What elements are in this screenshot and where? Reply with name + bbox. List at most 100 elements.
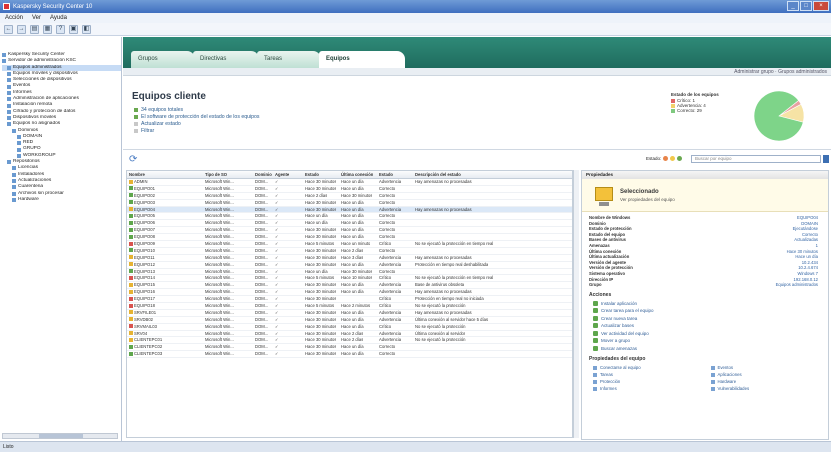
column-header[interactable]: Tipo de SO: [205, 171, 227, 179]
properties-button[interactable]: ▣: [69, 24, 78, 34]
tab-equipos[interactable]: Equipos: [319, 51, 405, 68]
table-row[interactable]: EQUIPO03 Microsoft Win... DOM... ✓ Hace 30 m…: [127, 200, 572, 207]
tab-tareas[interactable]: Tareas: [257, 51, 321, 68]
close-button[interactable]: ×: [813, 1, 829, 11]
filter-ok-icon[interactable]: [677, 156, 683, 161]
maximize-button[interactable]: □: [800, 1, 812, 11]
property-link[interactable]: Vulnerabilidades: [710, 385, 829, 392]
table-row[interactable]: EQUIPO10 Microsoft Win... DOM... ✓ Hace 30 m…: [127, 248, 572, 255]
property-link[interactable]: Informes: [593, 385, 711, 392]
table-cell: Hace 30 minutos: [305, 261, 337, 267]
minimize-button[interactable]: _: [787, 1, 799, 11]
show-grid-button[interactable]: ▦: [43, 24, 52, 34]
table-row[interactable]: EQUIPO08 Microsoft Win... DOM... ✓ Hace 30 m…: [127, 234, 572, 242]
property-link[interactable]: Hardware: [710, 378, 829, 385]
scrollbar-thumb[interactable]: [39, 434, 83, 438]
action-link[interactable]: Instalar aplicación: [582, 300, 828, 308]
table-row[interactable]: SRVMAIL03 Microsoft Win... DOM... ✓ Hace 30 …: [127, 324, 572, 331]
table-cell: Microsoft Win...: [205, 213, 234, 219]
action-link[interactable]: Crear nueva tarea: [582, 315, 828, 323]
forward-button[interactable]: →: [17, 24, 26, 34]
help-button[interactable]: ?: [56, 24, 65, 34]
folder-icon: [7, 72, 11, 77]
device-properties-link[interactable]: Ver propiedades del equipo: [620, 197, 675, 202]
table-row[interactable]: EQUIPO07 Microsoft Win... DOM... ✓ Hace 30 m…: [127, 227, 572, 235]
refresh-icon[interactable]: ⟳: [129, 154, 137, 165]
table-row[interactable]: CLIENTEPC03 Microsoft Win... DOM... ✓ Hace 3…: [127, 351, 572, 359]
column-header[interactable]: Agente: [275, 171, 289, 179]
action-link[interactable]: Buscar amenazas: [582, 345, 828, 353]
action-link[interactable]: Ver actividad del equipo: [582, 330, 828, 338]
search-input[interactable]: Buscar por equipo: [691, 155, 821, 163]
table-row[interactable]: EQUIPO01 Microsoft Win... DOM... ✓ Hace 30 m…: [127, 186, 572, 193]
property-link[interactable]: Eventos: [710, 364, 829, 371]
device-name: EQUIPO03: [134, 199, 155, 205]
table-row[interactable]: EQUIPO05 Microsoft Win... DOM... ✓ Hace un d…: [127, 213, 572, 221]
table-cell: DOM...: [255, 179, 269, 184]
action-link[interactable]: Actualizar bases: [582, 322, 828, 330]
action-link[interactable]: Mover a grupo: [582, 337, 828, 345]
filter-link[interactable]: Filtrar: [134, 128, 154, 134]
table-row[interactable]: EQUIPO12 Microsoft Win... DOM... ✓ Hace 30 m…: [127, 262, 572, 269]
table-row[interactable]: EQUIPO16 Microsoft Win... DOM... ✓ Hace 30 m…: [127, 289, 572, 297]
menu-ver[interactable]: Ver: [32, 15, 41, 21]
table-row[interactable]: SRVDB02 Microsoft Win... DOM... ✓ Hace 30 mi…: [127, 317, 572, 324]
menu-ayuda[interactable]: Ayuda: [50, 15, 67, 21]
table-row[interactable]: EQUIPO15 Microsoft Win... DOM... ✓ Hace 30 m…: [127, 282, 572, 290]
table-row[interactable]: EQUIPO11 Microsoft Win... DOM... ✓ Hace 30 m…: [127, 255, 572, 262]
protection-status-link[interactable]: El software de protección del estado de …: [134, 114, 260, 120]
table-row[interactable]: EQUIPO06 Microsoft Win... DOM... ✓ Hace un d…: [127, 220, 572, 228]
table-cell: DOM...: [255, 296, 269, 302]
splitter-handle[interactable]: [573, 170, 579, 438]
column-header[interactable]: Última conexión: [341, 171, 373, 179]
breadcrumb[interactable]: Administrar grupo · Grupos administrados: [123, 68, 831, 76]
table-row[interactable]: CLIENTEPC02 Microsoft Win... DOM... ✓ Hace 3…: [127, 344, 572, 352]
table-row[interactable]: EQUIPO14 Microsoft Win... DOM... ✓ Hace 5 mi…: [127, 275, 572, 283]
table-row[interactable]: EQUIPO17 Microsoft Win... DOM... ✓ Hace 30 m…: [127, 296, 572, 304]
table-cell: Hace 30 minutos: [305, 344, 337, 350]
computer-icon: [129, 213, 133, 218]
column-header[interactable]: Descripción del estado: [415, 171, 461, 179]
tab-grupos[interactable]: Grupos: [131, 51, 195, 68]
folder-icon: [12, 179, 16, 184]
table-row[interactable]: ADMIN Microsoft Win... DOM... ✓ Hace 30 minu…: [127, 179, 572, 186]
back-button[interactable]: ←: [4, 24, 13, 34]
property-link[interactable]: Protección: [593, 378, 711, 385]
tree-item[interactable]: Hardware: [2, 197, 121, 203]
refresh-status-link[interactable]: Actualizar estado: [134, 121, 181, 127]
table-row[interactable]: SRV04 Microsoft Win... DOM... ✓ Hace 30 minu…: [127, 331, 572, 338]
device-count-link[interactable]: 34 equipos totales: [134, 107, 183, 113]
column-header[interactable]: Dominio: [255, 171, 272, 179]
search-button[interactable]: [823, 155, 829, 163]
column-header[interactable]: Nombre: [129, 171, 145, 179]
column-header[interactable]: Estado: [379, 171, 393, 179]
filter-critical-icon[interactable]: [663, 156, 669, 161]
table-row[interactable]: CLIENTEPC01 Microsoft Win... DOM... ✓ Hace 3…: [127, 337, 572, 345]
tree-scrollbar[interactable]: [2, 433, 118, 439]
table-cell: Hace un minuto: [341, 241, 371, 247]
table-row[interactable]: SRVFILE01 Microsoft Win... DOM... ✓ Hace 30 …: [127, 310, 572, 317]
property-link[interactable]: Aplicaciones: [710, 371, 829, 378]
panel-button[interactable]: ◧: [82, 24, 91, 34]
filter-warning-icon[interactable]: [670, 156, 676, 161]
folder-icon: [7, 90, 11, 95]
show-list-button[interactable]: ▤: [30, 24, 39, 34]
table-cell: ✓: [275, 220, 279, 226]
property-link[interactable]: Conectarse al equipo: [593, 364, 711, 371]
table-cell: CLIENTEPC02: [129, 344, 162, 351]
table-row[interactable]: EQUIPO02 Microsoft Win... DOM... ✓ Hace 2 dí…: [127, 193, 572, 200]
table-row[interactable]: EQUIPO04 Microsoft Win... DOM... ✓ Hace 30 m…: [127, 206, 572, 214]
menu-accion[interactable]: Acción: [5, 15, 23, 21]
device-name: EQUIPO13: [134, 268, 155, 274]
table-cell: Hace 30 minutos: [305, 199, 337, 205]
table-cell: No se ejecutó la protección en tiempo re…: [415, 241, 494, 247]
table-row[interactable]: EQUIPO18 Microsoft Win... DOM... ✓ Hace 5 mi…: [127, 303, 572, 310]
property-link[interactable]: Tareas: [593, 371, 711, 378]
table-row[interactable]: EQUIPO09 Microsoft Win... DOM... ✓ Hace 5 mi…: [127, 241, 572, 248]
column-header[interactable]: Estado: [305, 171, 319, 179]
link-icon: [593, 386, 597, 391]
table-row[interactable]: EQUIPO13 Microsoft Win... DOM... ✓ Hace un d…: [127, 269, 572, 276]
tab-directivas[interactable]: Directivas: [193, 51, 259, 68]
action-link[interactable]: Crear tarea para el equipo: [582, 307, 828, 315]
table-cell: ✓: [275, 213, 279, 219]
